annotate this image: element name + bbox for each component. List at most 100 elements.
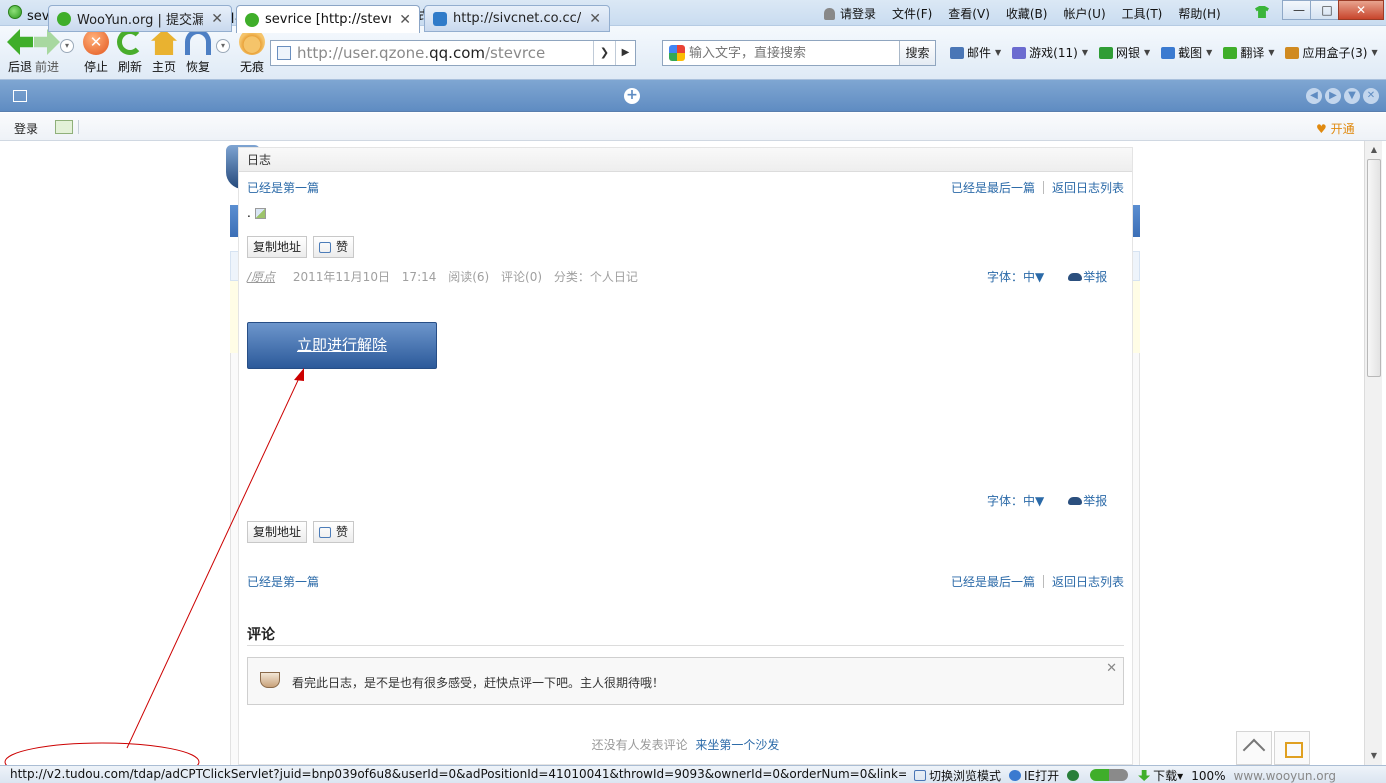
font-size-select[interactable]: 字体：中▼	[987, 492, 1044, 509]
page-toolbar: 登录 ♥ 开通	[0, 113, 1386, 141]
like-button[interactable]: 赞	[313, 521, 355, 543]
open-vip-link[interactable]: ♥ 开通	[1316, 120, 1355, 137]
close-all-tabs-icon[interactable]: ✕	[1363, 88, 1379, 104]
close-window-button[interactable]: ✕	[1338, 0, 1384, 20]
tab-sivcnet[interactable]: http://sivcnet.co.cc/ ✕	[424, 5, 610, 32]
go-icon[interactable]: ▶	[615, 41, 635, 65]
blog-panel-title: 日志	[239, 148, 1132, 172]
dropdown-arrow-icon[interactable]: ▼	[1144, 48, 1150, 57]
security-status[interactable]	[1067, 767, 1082, 783]
sidebar-toggle-icon[interactable]	[13, 90, 27, 102]
no-comments-line: 还没有人发表评论 来坐第一个沙发	[591, 738, 780, 752]
first-comment-link[interactable]: 来坐第一个沙发	[695, 738, 779, 752]
close-icon[interactable]: ✕	[1106, 661, 1117, 676]
close-tab-icon[interactable]: ✕	[589, 11, 601, 27]
scroll-down-icon[interactable]: ▼	[1366, 748, 1382, 764]
menu-login[interactable]: 请登录	[824, 5, 876, 22]
tool-translate-button[interactable]: 翻译 ▼	[1223, 44, 1274, 61]
zoom-control[interactable]: 100%	[1191, 767, 1225, 783]
divider	[1042, 575, 1044, 588]
search-engine-icon[interactable]	[669, 45, 685, 61]
stop-icon: ✕	[83, 29, 109, 55]
qzone-login-link[interactable]: 登录	[14, 120, 38, 137]
scroll-up-icon[interactable]: ▲	[1366, 142, 1382, 158]
refresh-button[interactable]: 刷新	[116, 29, 144, 75]
home-button[interactable]: 主页	[150, 29, 178, 75]
tab-list-icon[interactable]: ▼	[1344, 88, 1360, 104]
font-size-select[interactable]: 字体：中▼	[987, 268, 1044, 285]
menu-tools[interactable]: 工具(T)	[1122, 5, 1163, 22]
close-tab-icon[interactable]: ✕	[399, 12, 411, 28]
exit-icon[interactable]	[55, 120, 73, 134]
first-post-link[interactable]: 已经是第一篇	[247, 179, 319, 196]
restore-button[interactable]: 恢复	[184, 29, 212, 75]
dropdown-arrow-icon[interactable]: ▼	[1371, 48, 1377, 57]
last-post-link[interactable]: 已经是最后一篇	[951, 573, 1035, 590]
acceleration-toggle[interactable]	[1090, 769, 1129, 781]
copy-address-button[interactable]: 复制地址	[247, 521, 308, 543]
new-tab-icon[interactable]: +	[624, 88, 640, 104]
tool-mail-button[interactable]: 邮件 ▼	[950, 44, 1001, 61]
copy-address-button[interactable]: 复制地址	[247, 236, 308, 258]
menu-file[interactable]: 文件(F)	[892, 5, 932, 22]
dropdown-arrow-icon[interactable]: ▼	[995, 48, 1001, 57]
tab-scroll-left-icon[interactable]: ◀	[1306, 88, 1322, 104]
ie-icon	[1009, 770, 1022, 781]
address-text[interactable]: http://user.qzone.qq.com/stevrce	[297, 44, 593, 62]
tab-scroll-right-icon[interactable]: ▶	[1325, 88, 1341, 104]
like-button[interactable]: 赞	[313, 236, 355, 258]
back-to-list-link[interactable]: 返回日志列表	[1052, 179, 1124, 196]
tool-gamepad-button[interactable]: 游戏(11) ▼	[1012, 44, 1088, 61]
tab-wooyun[interactable]: WooYun.org | 提交漏洞 ✕	[48, 5, 232, 32]
comment-prompt-box: 看完此日志，是不是也有很多感受，赶快点评一下吧。主人很期待哦！ ✕	[247, 657, 1124, 705]
tab-bar	[0, 80, 1386, 112]
tool-bank-button[interactable]: 网银 ▼	[1098, 44, 1150, 61]
back-to-list-link[interactable]: 返回日志列表	[1052, 573, 1124, 590]
scrollbar-thumb[interactable]	[1367, 159, 1381, 377]
skin-shirt-icon[interactable]	[1255, 6, 1269, 18]
dropdown-arrow-icon[interactable]: ▼	[1206, 48, 1212, 57]
history-dropdown-icon[interactable]: ▾	[60, 39, 74, 53]
menu-bar: 请登录 文件(F) 查看(V) 收藏(B) 帐户(U) 工具(T) 帮助(H)	[824, 5, 1237, 22]
tool-screenshot-button[interactable]: 截图 ▼	[1161, 44, 1212, 61]
back-button[interactable]: 后退	[6, 29, 34, 75]
post-body: .	[247, 206, 266, 220]
menu-account[interactable]: 帐户(U)	[1063, 5, 1105, 22]
font-controls-top: 字体：中▼ 举报	[987, 268, 1107, 285]
private-mode-button[interactable]: 无痕	[238, 29, 266, 75]
download-button[interactable]: 下载 ▾	[1138, 767, 1183, 783]
stop-button[interactable]: ✕ 停止	[82, 29, 110, 75]
restore-dropdown-icon[interactable]: ▾	[216, 39, 230, 53]
report-icon	[1068, 272, 1083, 281]
mail-icon	[950, 46, 964, 59]
remove-now-button[interactable]: 立即进行解除	[247, 322, 437, 369]
switch-mode-button[interactable]: 切换浏览模式	[914, 767, 1001, 783]
close-tab-icon[interactable]: ✕	[211, 11, 223, 27]
first-post-link[interactable]: 已经是第一篇	[247, 573, 319, 590]
original-link[interactable]: /原点	[247, 270, 275, 284]
feedback-icon[interactable]	[1274, 731, 1310, 765]
dropdown-arrow-icon[interactable]: ▼	[1268, 48, 1274, 57]
bank-icon	[1098, 46, 1113, 59]
dropdown-arrow-icon[interactable]: ▼	[1082, 48, 1088, 57]
ie-open-button[interactable]: IE打开	[1009, 767, 1059, 783]
back-to-top-icon[interactable]	[1236, 731, 1272, 765]
post-actions-top: 复制地址 赞	[247, 236, 360, 258]
last-post-link[interactable]: 已经是最后一篇	[951, 179, 1035, 196]
tab-favicon-icon	[57, 11, 71, 26]
address-bar[interactable]: http://user.qzone.qq.com/stevrce ❯ ▶	[270, 40, 636, 66]
search-input[interactable]	[689, 45, 899, 61]
divider	[247, 645, 1124, 646]
forward-button[interactable]: 前进	[33, 29, 61, 75]
menu-view[interactable]: 查看(V)	[948, 5, 990, 22]
address-dropdown-icon[interactable]: ❯	[593, 41, 615, 65]
status-url: http://v2.tudou.com/tdap/adCPTClickServl…	[10, 767, 906, 781]
menu-favorites[interactable]: 收藏(B)	[1006, 5, 1048, 22]
search-button[interactable]: 搜索	[899, 41, 935, 65]
menu-help[interactable]: 帮助(H)	[1178, 5, 1220, 22]
report-link[interactable]: 举报	[1068, 268, 1107, 285]
tool-app-box-button[interactable]: 应用盒子(3) ▼	[1285, 44, 1378, 61]
vertical-scrollbar[interactable]: ▲ ▼	[1364, 141, 1382, 765]
tab-sevrice[interactable]: sevrice [http://stevrce... ✕	[236, 5, 420, 33]
report-link[interactable]: 举报	[1068, 492, 1107, 509]
